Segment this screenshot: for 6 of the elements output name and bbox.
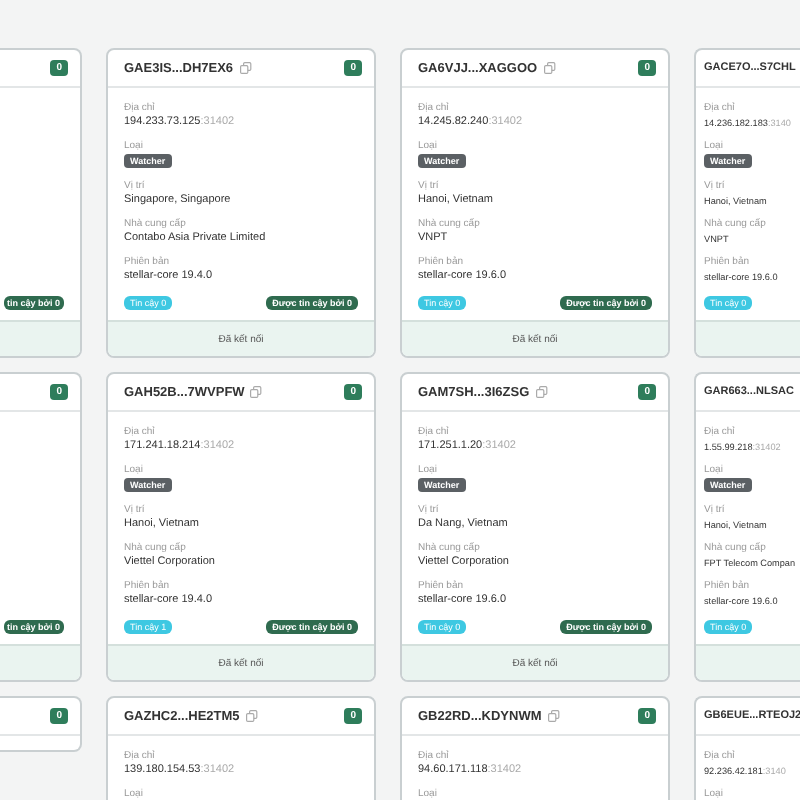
copy-icon[interactable] <box>250 386 263 398</box>
copy-icon[interactable] <box>239 62 252 74</box>
copy-icon[interactable] <box>543 62 556 74</box>
copy-icon[interactable] <box>547 710 560 722</box>
copy-icon[interactable] <box>535 386 548 398</box>
copy-icon[interactable] <box>245 710 258 722</box>
